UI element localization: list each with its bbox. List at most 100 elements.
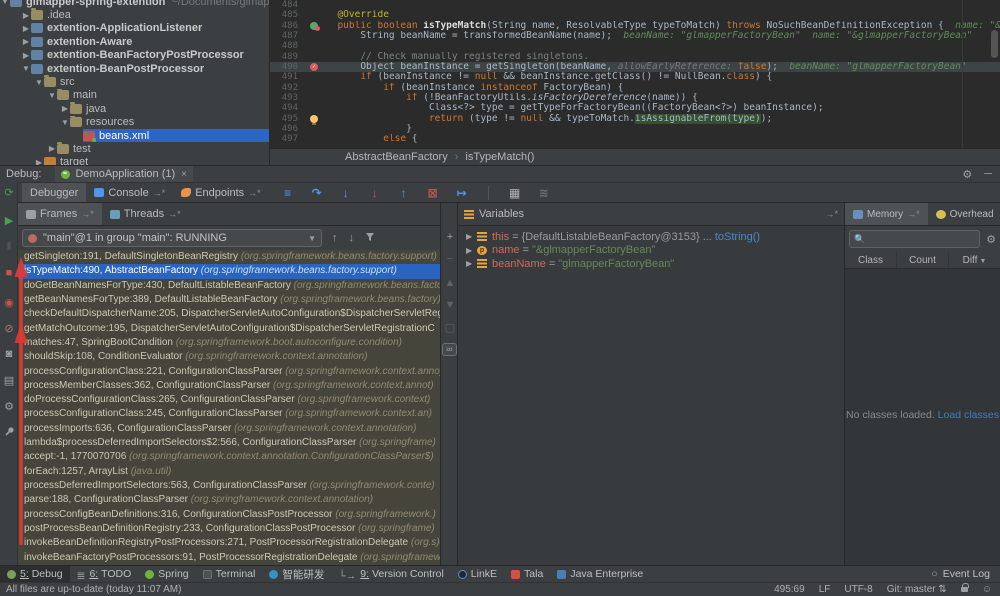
stack-frame[interactable]: processConfigurationClass:221, Configura… [18, 365, 440, 379]
editor-gutter[interactable]: ✓ [304, 62, 326, 72]
chevron-right-icon[interactable]: ▶ [60, 104, 70, 113]
stack-frame[interactable]: invokeBeanFactoryPostProcessors:91, Post… [18, 551, 440, 565]
editor-gutter[interactable] [304, 0, 326, 10]
column-header-diff[interactable]: Diff▼ [949, 252, 1000, 268]
stack-frame[interactable]: postProcessBeanDefinitionRegistry:233, C… [18, 522, 440, 536]
column-header-count[interactable]: Count [897, 252, 949, 268]
stack-frame[interactable]: getMatchOutcome:195, DispatcherServletAu… [18, 322, 440, 336]
view-breakpoints-icon[interactable]: ◉ [0, 296, 18, 309]
chevron-right-icon[interactable]: ▶ [21, 11, 31, 20]
stack-frame[interactable]: processMemberClasses:362, ConfigurationC… [18, 379, 440, 393]
stack-frames-list[interactable]: getSingleton:191, DefaultSingletonBeanRe… [18, 250, 440, 565]
trace-stream-icon[interactable]: ≋ [537, 186, 551, 200]
breadcrumb-class[interactable]: AbstractBeanFactory [345, 151, 448, 163]
chevron-right-icon[interactable]: ▶ [466, 259, 477, 268]
variable-row-this[interactable]: ▶this={DefaultListableBeanFactory@3153}.… [458, 230, 844, 244]
toolwindow-terminal[interactable]: Terminal [196, 566, 263, 582]
chevron-down-icon[interactable]: ▼ [0, 0, 10, 6]
chevron-right-icon[interactable]: ▶ [21, 37, 31, 46]
chevron-right-icon[interactable]: ▶ [466, 246, 477, 255]
chevron-down-icon[interactable]: ▼ [34, 78, 44, 87]
tree-item-beans-xml[interactable]: beans.xml [0, 129, 269, 142]
settings-gear-icon[interactable]: ⚙ [962, 168, 972, 181]
bp-check-icon[interactable]: ✓ [310, 63, 318, 71]
load-classes-link[interactable]: Load classes [938, 409, 999, 421]
settings-icon[interactable]: ⚙ [0, 400, 18, 413]
line-ending[interactable]: LF [819, 584, 831, 595]
tab-debugger[interactable]: Debugger [22, 183, 86, 202]
toolwindow-java-enterprise[interactable]: Java Enterprise [550, 566, 650, 582]
stack-frame[interactable]: accept:-1, 1770070706 (org.springframewo… [18, 450, 440, 464]
force-step-into-icon[interactable]: ↓ [368, 186, 382, 200]
editor-gutter[interactable] [304, 41, 326, 51]
duplicate-watch-icon[interactable]: ▢ [441, 321, 459, 334]
git-branch[interactable]: Git: master ⇅ [887, 584, 947, 595]
chevron-down-icon[interactable]: ▼ [60, 118, 70, 127]
toolwindow-智能研发[interactable]: 智能研发 [262, 566, 331, 582]
rerun-icon[interactable]: ⟳ [0, 186, 18, 199]
editor-gutter[interactable] [304, 83, 326, 93]
tree-item-extention-applicationlistener[interactable]: ▶extention-ApplicationListener [0, 22, 269, 35]
resume-icon[interactable]: ▶ [0, 214, 18, 227]
toolwindow-tala[interactable]: Tala [504, 566, 550, 582]
editor-gutter[interactable] [304, 21, 326, 31]
move-down-icon[interactable]: ▼ [441, 299, 459, 311]
bulb-icon[interactable] [310, 115, 318, 123]
chevron-right-icon[interactable]: ▶ [34, 158, 44, 165]
line-number[interactable]: 497 [270, 134, 304, 144]
editor-gutter[interactable] [304, 134, 326, 144]
stack-frame[interactable]: getBeanNamesForType:389, DefaultListable… [18, 293, 440, 307]
stack-frame[interactable]: doProcessConfigurationClass:265, Configu… [18, 393, 440, 407]
editor-gutter[interactable] [304, 124, 326, 134]
tab-memory[interactable]: Memory→* [845, 203, 928, 225]
move-up-icon[interactable]: ▲ [441, 277, 459, 289]
stack-frame[interactable]: doGetBeanNamesForType:430, DefaultListab… [18, 279, 440, 293]
stack-frame[interactable]: processConfigBeanDefinitions:316, Config… [18, 508, 440, 522]
tree-item-extention-beanfactorypostprocessor[interactable]: ▶extention-BeanFactoryPostProcessor [0, 49, 269, 62]
chevron-right-icon[interactable]: ▶ [47, 144, 57, 153]
line-number[interactable]: 486 [270, 21, 304, 31]
column-header-class[interactable]: Class [845, 252, 897, 268]
stack-frame[interactable]: checkDefaultDispatcherName:205, Dispatch… [18, 307, 440, 321]
stack-frame[interactable]: invokeBeanDefinitionRegistryPostProcesso… [18, 536, 440, 550]
stack-frame[interactable]: isTypeMatch:490, AbstractBeanFactory (or… [18, 264, 440, 278]
threads-view-icon[interactable]: ▤ [0, 374, 18, 387]
line-number[interactable]: 495 [270, 114, 304, 124]
hide-toolwindow-icon[interactable]: ─ [984, 168, 992, 181]
pin-icon[interactable] [0, 426, 18, 440]
editor-gutter[interactable] [304, 114, 326, 124]
toolwindow-spring[interactable]: Spring [138, 566, 195, 582]
run-config-tab[interactable]: DemoApplication (1) × [55, 166, 193, 182]
project-tree[interactable]: ▼ glmapper-spring-extention ~/Documents/… [0, 0, 270, 165]
tree-item-java[interactable]: ▶java [0, 102, 269, 115]
tree-item-src[interactable]: ▼src [0, 75, 269, 88]
chevron-right-icon[interactable]: ▶ [21, 24, 31, 33]
variables-list[interactable]: ▶this={DefaultListableBeanFactory@3153}.… [458, 226, 844, 565]
breadcrumb-method[interactable]: isTypeMatch() [465, 151, 534, 163]
toolwindow-linke[interactable]: LinkE [451, 566, 504, 582]
caret-position[interactable]: 495:69 [774, 584, 805, 595]
tree-item-resources[interactable]: ▼resources [0, 116, 269, 129]
stack-frame[interactable]: parse:188, ConfigurationClassParser (org… [18, 493, 440, 507]
project-root[interactable]: ▼ glmapper-spring-extention ~/Documents/… [0, 0, 269, 8]
line-number[interactable]: 494 [270, 103, 304, 113]
chevron-right-icon[interactable]: ▶ [466, 232, 477, 241]
tab-threads[interactable]: Threads→* [102, 203, 189, 225]
line-number[interactable]: 485 [270, 10, 304, 20]
frame-up-icon[interactable]: ↑ [332, 232, 338, 244]
chevron-down-icon[interactable]: ▼ [21, 64, 31, 73]
step-out-icon[interactable]: ↑ [397, 186, 411, 200]
line-number[interactable]: 492 [270, 83, 304, 93]
toolwindow-todo[interactable]: ≣6: TODO [70, 566, 139, 582]
lock-icon[interactable] [961, 587, 968, 592]
stack-frame[interactable]: getSingleton:191, DefaultSingletonBeanRe… [18, 250, 440, 264]
stack-frame[interactable]: forEach:1257, ArrayList (java.util) [18, 465, 440, 479]
memory-settings-icon[interactable]: ⚙ [986, 233, 996, 246]
editor-gutter[interactable] [304, 72, 326, 82]
tab-overhead[interactable]: Overhead→* [928, 203, 1000, 225]
code-editor[interactable]: 484485 @Override486 public boolean isTyp… [270, 0, 1000, 148]
tree-item-extention-aware[interactable]: ▶extention-Aware [0, 35, 269, 48]
evaluate-expression-icon[interactable]: ▦ [508, 186, 522, 200]
stack-frame[interactable]: processDeferredImportSelectors:563, Conf… [18, 479, 440, 493]
tree-item-test[interactable]: ▶test [0, 142, 269, 155]
